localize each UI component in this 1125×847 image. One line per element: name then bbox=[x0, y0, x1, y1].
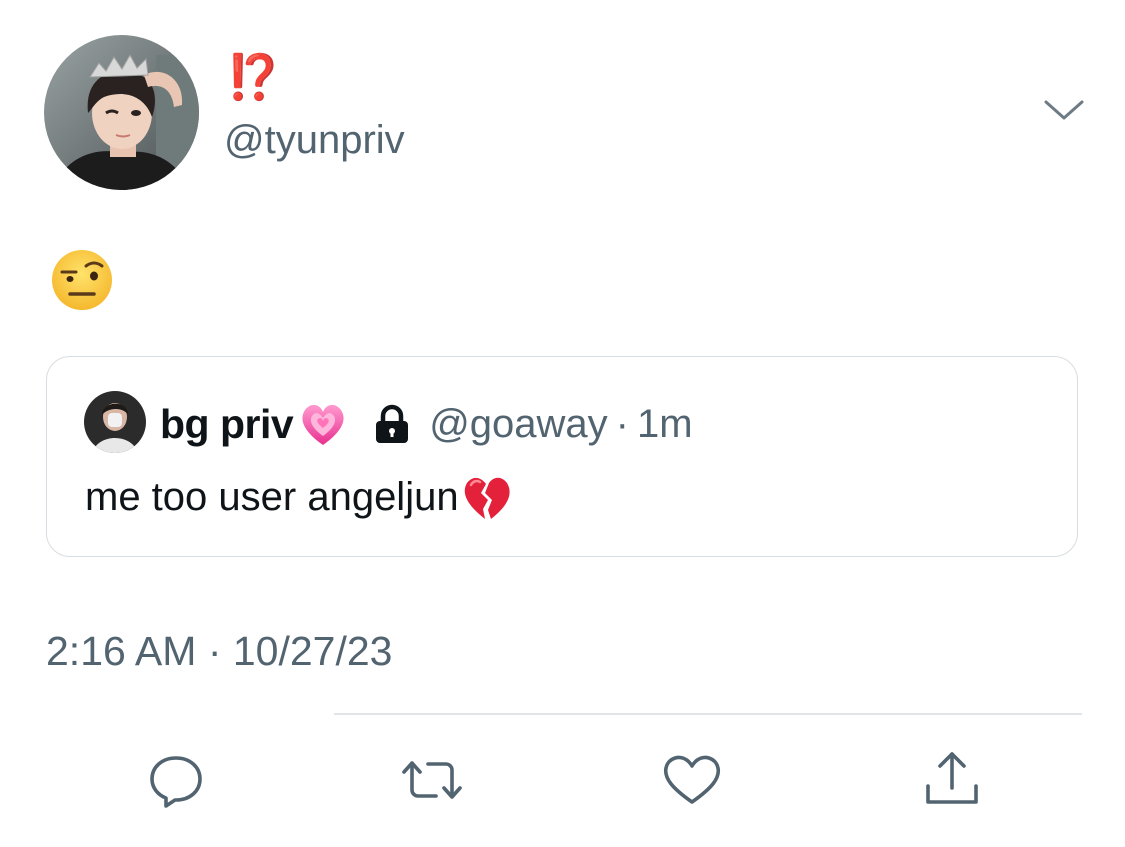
speech-bubble-icon bbox=[150, 756, 202, 808]
divider bbox=[334, 713, 1082, 715]
author-display-name[interactable]: ⁉️ bbox=[226, 56, 281, 100]
growing-heart-icon bbox=[302, 404, 344, 445]
reply-button[interactable] bbox=[144, 748, 208, 812]
author-avatar[interactable] bbox=[44, 35, 199, 190]
quoted-author-handle[interactable]: @goaway bbox=[429, 402, 607, 447]
quoted-author-name[interactable]: bg priv bbox=[160, 401, 294, 448]
broken-heart-icon bbox=[464, 477, 510, 519]
chevron-down-icon bbox=[1044, 100, 1084, 120]
share-icon bbox=[926, 752, 978, 804]
author-handle[interactable]: @tyunpriv bbox=[224, 118, 405, 162]
heart-icon bbox=[663, 755, 721, 804]
lock-icon bbox=[376, 404, 409, 443]
quoted-tweet-time[interactable]: 1m bbox=[637, 402, 693, 447]
quoted-tweet-header: bg priv @goaway · 1m bbox=[160, 399, 693, 449]
face-with-raised-eyebrow-icon bbox=[52, 250, 112, 310]
quoted-tweet-card[interactable]: bg priv @goaway · 1m me too user angelju… bbox=[46, 356, 1078, 557]
tweet-timestamp[interactable]: 2:16 AM · 10/27/23 bbox=[46, 628, 392, 675]
tweet-text-emoji bbox=[50, 248, 114, 312]
quoted-tweet-text: me too user angeljun bbox=[85, 474, 459, 519]
quoted-author-avatar[interactable] bbox=[84, 391, 146, 453]
retweet-button[interactable] bbox=[400, 748, 464, 812]
retweet-icon bbox=[402, 761, 462, 799]
separator-dot: · bbox=[615, 401, 629, 446]
like-button[interactable] bbox=[660, 748, 724, 812]
quoted-tweet-body: me too user angeljun bbox=[85, 473, 513, 521]
share-button[interactable] bbox=[920, 748, 984, 812]
more-options-button[interactable] bbox=[1040, 90, 1088, 130]
